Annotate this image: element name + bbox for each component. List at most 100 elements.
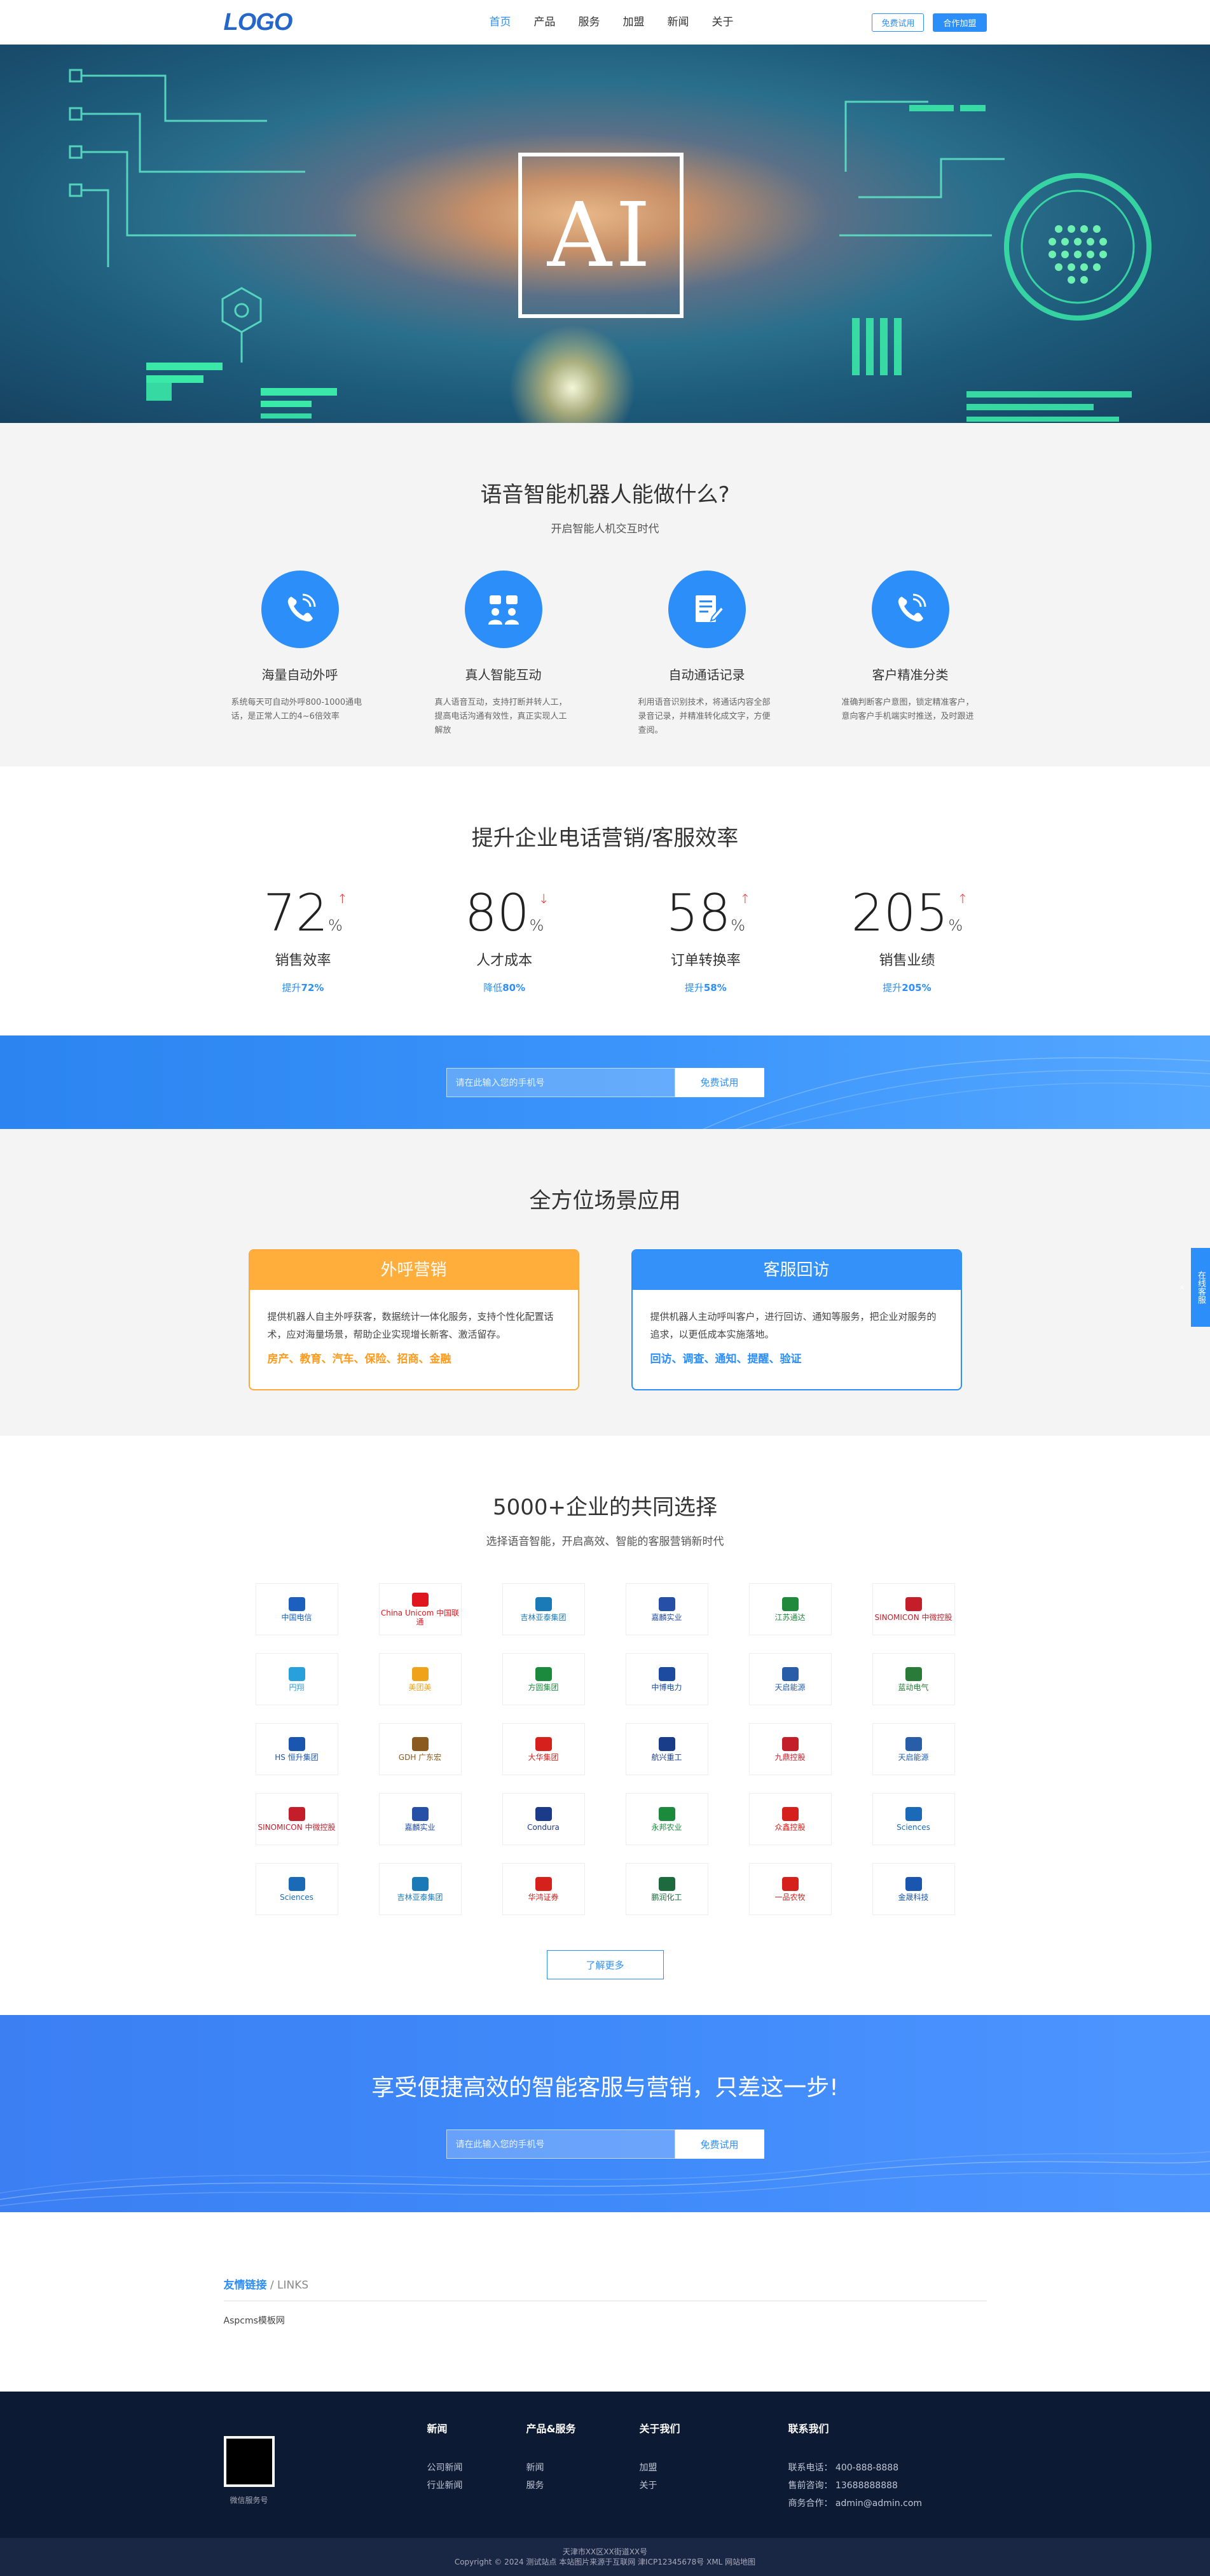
partner-logo: HS 恒升集团 xyxy=(255,1723,338,1775)
feature-desc: 利用语音识别技术，将通话内容全部录音记录，并精准转化成文字，方便查阅。 xyxy=(638,698,771,735)
partner-logo-mark xyxy=(905,1806,922,1821)
nav-news[interactable]: 新闻 xyxy=(656,0,701,45)
bottom-cta-band: 享受便捷高效的智能客服与营销，只差这一步! 免费试用 xyxy=(0,2015,1210,2212)
partner-logo-mark xyxy=(905,1596,922,1611)
qr-code-image xyxy=(223,2436,275,2487)
partner-logo-mark xyxy=(411,1806,429,1821)
footer-link[interactable]: 行业新闻 xyxy=(427,2479,463,2491)
free-trial-submit-button[interactable]: 免费试用 xyxy=(675,1067,764,1097)
footer-link[interactable]: 服务 xyxy=(526,2479,576,2491)
classify-icon xyxy=(871,571,949,648)
partner-logo-mark xyxy=(781,1596,799,1611)
stat-number: 80% ↓ xyxy=(464,883,549,943)
partner-logo: 天启能源 xyxy=(872,1723,955,1775)
partner-logo: 嘉麟实业 xyxy=(625,1583,708,1635)
link-item[interactable]: Aspcms模板网 xyxy=(224,2316,285,2326)
up-arrow-icon: ↑ xyxy=(739,891,751,906)
feature-item: 海量自动外呼 系统每天可自动外呼800-1000通电话，是正常人工的4~6倍效率 xyxy=(224,571,376,738)
stat-number: 72% ↑ xyxy=(263,883,348,943)
nav-home[interactable]: 首页 xyxy=(478,0,523,45)
footer-link[interactable]: 关于 xyxy=(639,2479,680,2491)
trial-cta-band: 免费试用 xyxy=(0,1035,1210,1129)
trial-form-bottom: 免费试用 xyxy=(446,2129,764,2159)
stat-rate: 提升205% xyxy=(883,982,932,994)
partner-logo: 九鼎控股 xyxy=(748,1723,832,1775)
features-title: 语音智能机器人能做什么? xyxy=(480,482,730,508)
partner-logo-mark xyxy=(535,1876,552,1891)
partner-logo: 美团美 xyxy=(378,1653,462,1705)
partner-logo-mark xyxy=(535,1596,552,1611)
scene-tags: 房产、教育、汽车、保险、招商、金融 xyxy=(267,1353,451,1366)
footer-col-about: 关于我们 加盟 关于 xyxy=(639,2423,680,2491)
stat-number: 205% ↑ xyxy=(851,883,968,943)
links-heading: 友情链接 / LINKS xyxy=(223,2276,987,2301)
scenes-title: 全方位场景应用 xyxy=(529,1188,681,1214)
chevron-left-icon: « xyxy=(1177,1285,1186,1290)
free-trial-submit-button[interactable]: 免费试用 xyxy=(675,2129,764,2159)
partner-logo: 华鸿证券 xyxy=(502,1863,585,1915)
partner-logo: 永邦农业 xyxy=(625,1793,708,1845)
partner-logo-mark xyxy=(411,1736,429,1751)
partner-logo-mark xyxy=(411,1666,429,1681)
scene-desc: 提供机器人自主外呼获客，数据统计一体化服务，支持个性化配置话术，应对海量场景，帮… xyxy=(267,1311,554,1340)
partner-logo: 方圆集团 xyxy=(502,1653,585,1705)
partner-logo-mark xyxy=(781,1666,799,1681)
features-row: 海量自动外呼 系统每天可自动外呼800-1000通电话，是正常人工的4~6倍效率… xyxy=(224,571,987,738)
learn-more-button[interactable]: 了解更多 xyxy=(546,1950,664,1979)
online-service-tab[interactable]: 在线客服 « xyxy=(1177,1248,1210,1327)
site-logo[interactable]: LOGO xyxy=(224,9,453,36)
partner-logo-grid: 中国电信 China Unicom 中国联通 吉林亚泰集团 嘉麟实业 江苏通达 SINOM… xyxy=(0,1583,1210,1915)
partner-logo: Sciences xyxy=(872,1793,955,1845)
feature-item: 客户精准分类 准确判断客户意图，锁定精准客户，意向客户手机端实时推送，及时跟进 xyxy=(834,571,987,738)
partner-logo: 鹏润化工 xyxy=(625,1863,708,1915)
scenes-row: 外呼营销 提供机器人自主外呼获客，数据统计一体化服务，支持个性化配置话术，应对海… xyxy=(0,1249,1210,1390)
partner-logo-mark xyxy=(781,1806,799,1821)
partner-logo-mark xyxy=(781,1736,799,1751)
wave-decoration xyxy=(0,2151,1210,2206)
site-footer: 微信服务号 新闻 公司新闻 行业新闻 产品&服务 新闻 服务 关于我们 加盟 关… xyxy=(0,2392,1210,2538)
scene-card-callback[interactable]: 客服回访 提供机器人主动呼叫客户，进行回访、通知等服务，把企业对服务的追求，以更… xyxy=(631,1249,962,1390)
partner-logo: 航兴重工 xyxy=(625,1723,708,1775)
scene-card-outbound[interactable]: 外呼营销 提供机器人自主外呼获客，数据统计一体化服务，支持个性化配置话术，应对海… xyxy=(248,1249,579,1390)
partner-logo-mark xyxy=(411,1876,429,1891)
footer-link[interactable]: 加盟 xyxy=(639,2461,680,2474)
phone-call-icon xyxy=(261,571,339,648)
contact-phone: 联系电话： 400-888-8888 xyxy=(788,2463,899,2473)
partner-logo-mark xyxy=(658,1806,675,1821)
chat-users-icon xyxy=(464,571,542,648)
stats-title: 提升企业电话营销/客服效率 xyxy=(471,826,739,851)
copyright-bar: 天津市XX区XX街道XX号 Copyright © 2024 测试站点 本站图片… xyxy=(0,2538,1210,2576)
phone-input[interactable] xyxy=(446,2129,675,2159)
scene-tags: 回访、调查、通知、提醒、验证 xyxy=(650,1353,802,1366)
nav-products[interactable]: 产品 xyxy=(523,0,567,45)
stat-item: 80% ↓ 人才成本 降低80% xyxy=(425,883,584,994)
phone-input[interactable] xyxy=(446,1067,675,1097)
stat-item: 58% ↑ 订单转换率 提升58% xyxy=(626,883,785,994)
contact-business[interactable]: 商务合作： admin@admin.com xyxy=(788,2496,922,2509)
partner-logo-mark xyxy=(658,1596,675,1611)
partner-logo-mark xyxy=(288,1736,305,1751)
stat-number: 58% ↑ xyxy=(666,883,751,943)
partners-title: 5000+企业的共同选择 xyxy=(492,1495,717,1520)
feature-title: 客户精准分类 xyxy=(872,667,949,682)
feature-item: 真人智能互动 真人语音互动，支持打断并转人工，提高电话沟通有效性，真正实现人工解… xyxy=(427,571,580,738)
join-button[interactable]: 合作加盟 xyxy=(933,13,987,32)
header-buttons: 免费试用 合作加盟 xyxy=(872,13,987,32)
partner-logo: 中博电力 xyxy=(625,1653,708,1705)
scene-title: 客服回访 xyxy=(632,1250,961,1290)
partner-logo: 円翔 xyxy=(255,1653,338,1705)
partner-logo-mark xyxy=(535,1666,552,1681)
partner-logo-mark xyxy=(905,1736,922,1751)
nav-about[interactable]: 关于 xyxy=(701,0,745,45)
partner-logo: 中国电信 xyxy=(255,1583,338,1635)
partner-logo: SINOMICON 中微控股 xyxy=(255,1793,338,1845)
footer-link[interactable]: 公司新闻 xyxy=(427,2461,463,2474)
down-arrow-icon: ↓ xyxy=(538,891,549,906)
partner-logo-mark xyxy=(411,1592,429,1607)
nav-join[interactable]: 加盟 xyxy=(612,0,656,45)
feature-desc: 真人语音互动，支持打断并转人工，提高电话沟通有效性，真正实现人工解放 xyxy=(434,698,567,735)
nav-services[interactable]: 服务 xyxy=(567,0,612,45)
scenes-section: 全方位场景应用 外呼营销 提供机器人自主外呼获客，数据统计一体化服务，支持个性化… xyxy=(0,1129,1210,1436)
footer-link[interactable]: 新闻 xyxy=(526,2461,576,2474)
free-trial-button[interactable]: 免费试用 xyxy=(872,13,925,32)
